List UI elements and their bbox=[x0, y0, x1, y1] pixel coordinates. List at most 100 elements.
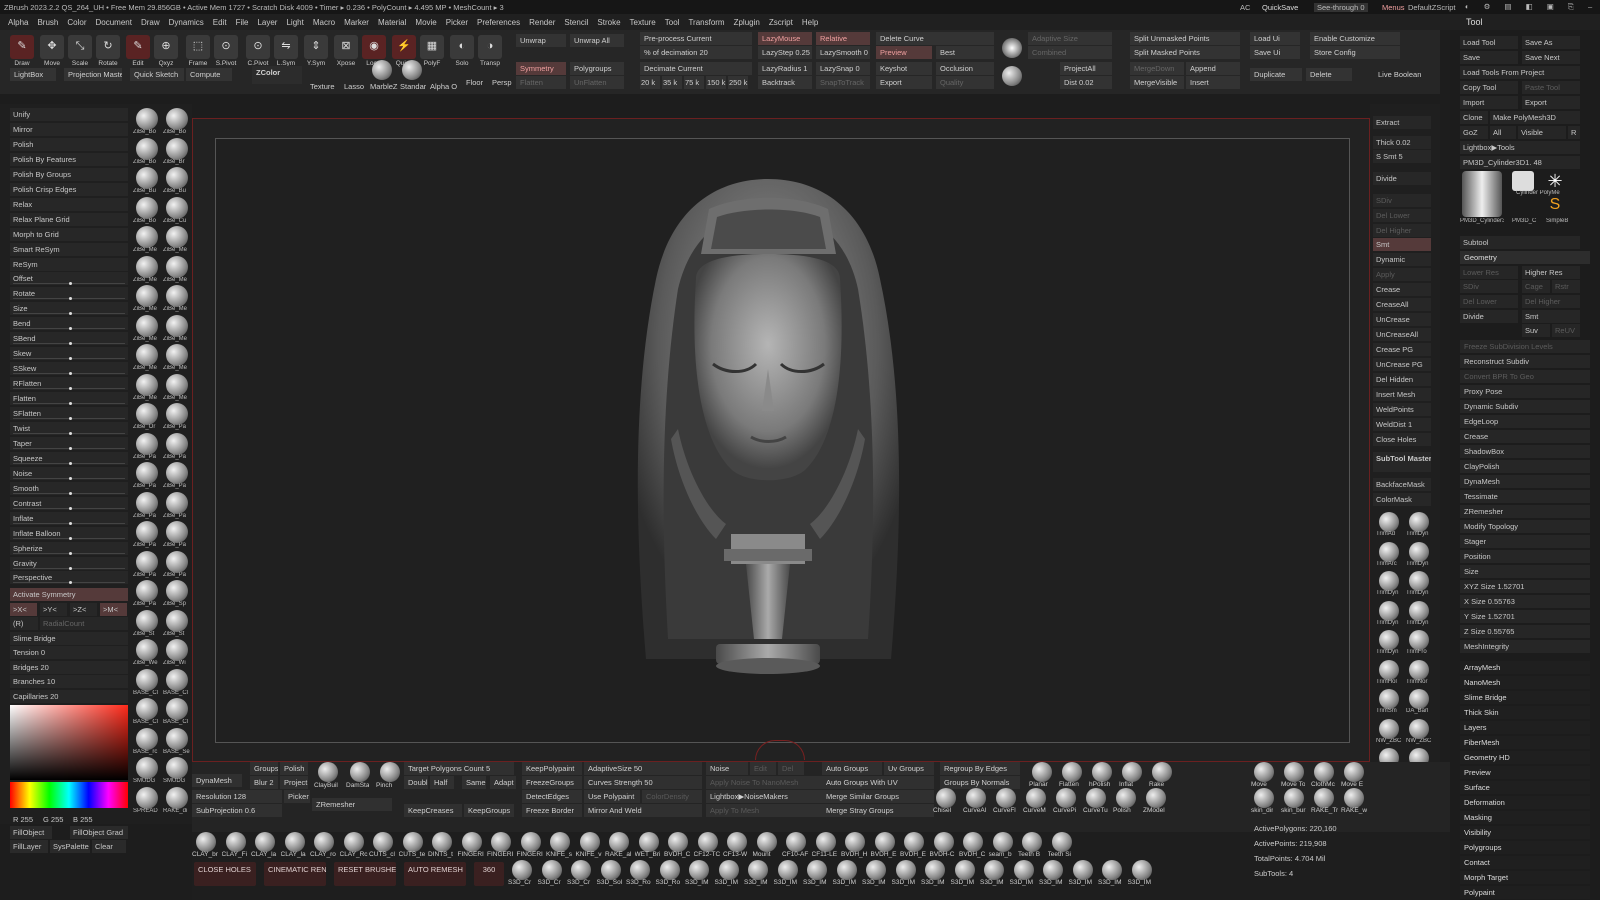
adaptivesize-slider[interactable]: AdaptiveSize 50 bbox=[584, 762, 702, 775]
brush-zibe-bu-4[interactable] bbox=[136, 167, 158, 189]
brush-zibe-bo-2[interactable] bbox=[136, 137, 158, 160]
menu-document[interactable]: Document bbox=[96, 18, 132, 27]
damstandard-brush[interactable] bbox=[350, 762, 370, 782]
brush-base-cl-38[interactable] bbox=[136, 668, 158, 691]
deform-slider-knob[interactable] bbox=[69, 506, 72, 510]
brush-ball-2[interactable] bbox=[1002, 66, 1022, 86]
brush-zibe-me-11[interactable] bbox=[166, 255, 188, 278]
shelf-brush-26[interactable] bbox=[963, 832, 983, 852]
menu-draw[interactable]: Draw bbox=[141, 18, 160, 27]
shelf2-brush-9[interactable] bbox=[777, 860, 798, 880]
shelf-brush-12[interactable] bbox=[550, 832, 570, 852]
deform-unify[interactable]: Unify bbox=[10, 108, 128, 121]
brush-zibe-me-9[interactable] bbox=[166, 226, 188, 248]
right-uncrease-pg[interactable]: UnCrease PG bbox=[1373, 358, 1431, 371]
occlusion-button[interactable]: Occlusion bbox=[936, 62, 994, 75]
trim-brush-13[interactable] bbox=[1409, 689, 1429, 709]
suv-button[interactable]: Suv bbox=[1522, 324, 1550, 337]
deform-slider-knob[interactable] bbox=[69, 446, 72, 450]
brush-zibe-pa-31[interactable] bbox=[166, 550, 188, 573]
mid-brush-curvetu[interactable] bbox=[1086, 788, 1106, 808]
close-holes-button[interactable]: CLOSE HOLES bbox=[194, 862, 256, 886]
seethrough-slider[interactable]: See-through 0 bbox=[1314, 2, 1368, 12]
shelf-brush-8[interactable] bbox=[432, 832, 452, 852]
l-sym-icon[interactable]: ⇋ bbox=[274, 35, 298, 59]
right-smt[interactable]: Smt bbox=[1373, 238, 1431, 251]
live-boolean-button[interactable]: Live Boolean bbox=[1378, 70, 1421, 79]
section-slime-bridge[interactable]: Slime Bridge bbox=[1460, 691, 1590, 704]
right-brush-rake-tr[interactable] bbox=[1314, 788, 1334, 808]
groups-button[interactable]: Groups bbox=[250, 762, 278, 775]
menu-stroke[interactable]: Stroke bbox=[597, 18, 620, 27]
right-crease[interactable]: Crease bbox=[1373, 283, 1431, 296]
divide-button[interactable]: Divide bbox=[1460, 310, 1518, 323]
mid-brush-chisel[interactable] bbox=[936, 788, 956, 808]
lazysmooth-slider[interactable]: LazySmooth 0 bbox=[816, 46, 870, 59]
quick-icon[interactable]: ⚡ bbox=[392, 35, 416, 59]
deform-morph-to-grid[interactable]: Morph to Grid bbox=[10, 227, 128, 241]
xpose-icon[interactable]: ⊠ bbox=[334, 35, 358, 59]
keeppolypaint-button[interactable]: KeepPolypaint bbox=[522, 762, 582, 775]
store-config-button[interactable]: Store Config bbox=[1310, 46, 1400, 59]
deform-sflatten[interactable]: SFlatten bbox=[10, 407, 128, 420]
insert-button[interactable]: Insert bbox=[1186, 76, 1240, 89]
deform-spherize[interactable]: Spherize bbox=[10, 541, 128, 555]
local-icon[interactable]: ◉ bbox=[362, 35, 386, 59]
shelf2-brush-8[interactable] bbox=[748, 860, 768, 880]
shelf-brush-5[interactable] bbox=[343, 832, 364, 852]
mergedown-button[interactable]: MergeDown bbox=[1130, 62, 1184, 75]
menus-button[interactable]: Menus bbox=[1382, 3, 1405, 12]
shelf-brush-16[interactable] bbox=[668, 832, 688, 852]
unwrap-button[interactable]: Unwrap bbox=[516, 34, 566, 47]
make-polymesh-button[interactable]: Make PolyMesh3D bbox=[1490, 111, 1580, 124]
right-welddist-1[interactable]: WeldDist 1 bbox=[1373, 418, 1431, 431]
sym-axis-3[interactable]: >M< bbox=[100, 603, 127, 616]
split-unmasked-button[interactable]: Split Unmasked Points bbox=[1130, 32, 1240, 45]
brush-zibe-pa-28[interactable] bbox=[136, 521, 158, 543]
menu-movie[interactable]: Movie bbox=[415, 18, 436, 27]
keyshot-button[interactable]: Keyshot bbox=[876, 62, 932, 75]
deform-slider-knob[interactable] bbox=[69, 357, 72, 361]
polygroups-button[interactable]: Polygroups bbox=[570, 62, 624, 75]
brush-zibe-me-10[interactable] bbox=[136, 255, 158, 278]
mergevisible-button[interactable]: MergeVisible bbox=[1130, 76, 1184, 89]
brush-base-rc-42[interactable] bbox=[136, 727, 158, 750]
menu-edit[interactable]: Edit bbox=[213, 18, 227, 27]
section-visibility[interactable]: Visibility bbox=[1460, 826, 1590, 839]
mid-brush-inflat[interactable] bbox=[1122, 762, 1142, 782]
target-polygons-slider[interactable]: Target Polygons Count 5 bbox=[404, 762, 514, 775]
trim-brush-9[interactable] bbox=[1409, 630, 1429, 650]
mesh-integrity-button[interactable]: MeshIntegrity bbox=[1460, 640, 1590, 653]
save-button[interactable]: Save bbox=[1460, 51, 1518, 64]
transp-icon[interactable]: ◑ bbox=[478, 35, 502, 59]
geom-freeze-subdivision-levels[interactable]: Freeze SubDivision Levels bbox=[1460, 340, 1590, 353]
shelf-brush-0[interactable] bbox=[196, 832, 216, 852]
right-extract[interactable]: Extract bbox=[1373, 116, 1431, 129]
scale-icon[interactable]: ⤡ bbox=[68, 35, 92, 59]
tool-thumb-star-icon[interactable]: ✳ bbox=[1544, 171, 1566, 191]
menu-alpha[interactable]: Alpha bbox=[8, 18, 28, 27]
menu-picker[interactable]: Picker bbox=[446, 18, 468, 27]
decimate-current-button[interactable]: Decimate Current bbox=[640, 62, 752, 75]
shelf2-brush-7[interactable] bbox=[718, 860, 739, 880]
menu-transform[interactable]: Transform bbox=[688, 18, 724, 27]
load-from-project-button[interactable]: Load Tools From Project bbox=[1460, 66, 1580, 79]
geom-modify-topology[interactable]: Modify Topology bbox=[1460, 520, 1590, 533]
shelf2-brush-15[interactable] bbox=[954, 860, 975, 880]
shelf-brush-27[interactable] bbox=[992, 832, 1013, 852]
right-divide[interactable]: Divide bbox=[1373, 172, 1431, 185]
rotate-icon[interactable]: ↻ bbox=[96, 35, 120, 59]
deform-slider-knob[interactable] bbox=[69, 476, 72, 480]
lazystep-slider[interactable]: LazyStep 0.25 bbox=[758, 46, 812, 59]
y-sym-icon[interactable]: ⇕ bbox=[304, 35, 328, 59]
compute-button[interactable]: Compute bbox=[186, 68, 232, 81]
autogroups-button[interactable]: Auto Groups bbox=[822, 762, 882, 775]
mid-brush-curvefl[interactable] bbox=[996, 788, 1016, 808]
shelf2-brush-19[interactable] bbox=[1072, 860, 1093, 880]
material-ball[interactable] bbox=[372, 60, 392, 80]
higher-res-button[interactable]: Higher Res bbox=[1522, 266, 1580, 279]
geom-dynamesh[interactable]: DynaMesh bbox=[1460, 475, 1590, 488]
blur-slider[interactable]: Blur 2 bbox=[250, 776, 278, 789]
load-tool-button[interactable]: Load Tool bbox=[1460, 36, 1518, 49]
brush-spread-46[interactable] bbox=[136, 786, 158, 809]
